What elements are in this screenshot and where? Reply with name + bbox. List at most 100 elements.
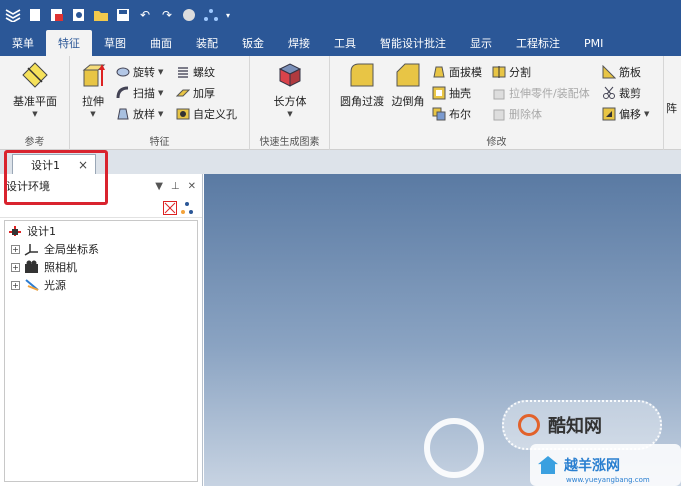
panel-controls: ▼ ⊥ ✕ — [155, 181, 196, 192]
pin-icon[interactable]: ⊥ — [171, 181, 180, 192]
extrude-icon — [82, 64, 106, 87]
redo-icon[interactable]: ↷ — [158, 6, 176, 24]
chevron-down-icon: ▼ — [644, 110, 650, 118]
box-label: 长方体 — [273, 95, 307, 108]
delete-body-label: 删除体 — [509, 108, 542, 121]
extrude-button[interactable]: 拉伸 ▼ — [76, 60, 110, 118]
chevron-down-icon: ▼ — [90, 110, 96, 118]
camera-icon — [24, 260, 40, 274]
scissors-icon — [602, 86, 616, 100]
pattern-button-partial[interactable]: 阵 — [666, 100, 677, 116]
tab-assembly[interactable]: 装配 — [184, 30, 230, 56]
tab-display[interactable]: 显示 — [458, 30, 504, 56]
split-icon — [492, 65, 506, 79]
shell-button[interactable]: 抽壳 — [432, 85, 471, 101]
box-button[interactable]: 长方体 ▼ — [264, 60, 316, 118]
revolve-button[interactable]: 旋转 ▼ — [116, 64, 163, 80]
tab-menu[interactable]: 菜单 — [0, 30, 46, 56]
tree-root-label: 设计1 — [27, 225, 56, 238]
tree-item-global-cs[interactable]: + 全局坐标系 — [11, 241, 99, 257]
ribbon-tab-bar: 菜单 特征 草图 曲面 装配 钣金 焊接 工具 智能设计批注 显示 工程标注 P… — [0, 30, 681, 56]
tab-weld[interactable]: 焊接 — [276, 30, 322, 56]
tab-surface[interactable]: 曲面 — [138, 30, 184, 56]
loft-button[interactable]: 放样 ▼ — [116, 106, 163, 122]
save-icon[interactable] — [114, 6, 132, 24]
ribbon: 基准平面 ▼ 参考 拉伸 ▼ 旋转 ▼ 扫描 ▼ 放样 ▼ 螺纹 加厚 自定义孔… — [0, 56, 681, 150]
tab-sheet-metal[interactable]: 钣金 — [230, 30, 276, 56]
tree-options-icon[interactable] — [202, 6, 220, 24]
boolean-button[interactable]: 布尔 — [432, 106, 471, 122]
tree-options-icon[interactable] — [180, 201, 194, 215]
trim-label: 裁剪 — [619, 87, 641, 100]
shell-icon — [432, 86, 446, 100]
house-icon — [538, 456, 558, 474]
tree-item-label: 光源 — [44, 279, 66, 292]
dropdown-arrow-icon[interactable]: ▼ — [155, 181, 163, 192]
tree-root[interactable]: 设计1 — [7, 223, 56, 239]
chamfer-icon — [396, 63, 420, 87]
revolve-icon — [116, 65, 130, 79]
tree-item-camera[interactable]: + 照相机 — [11, 259, 77, 275]
sweep-icon — [116, 86, 130, 100]
tab-pmi[interactable]: PMI — [572, 30, 615, 56]
app-logo-icon[interactable] — [4, 6, 22, 24]
new-file-icon[interactable] — [26, 6, 44, 24]
thread-icon — [176, 65, 190, 79]
group-quick-primitive: 长方体 ▼ 快速生成图素 — [250, 56, 330, 150]
thicken-button[interactable]: 加厚 — [175, 85, 215, 101]
chamfer-button[interactable]: 边倒角 — [388, 60, 428, 109]
design-root-icon — [7, 224, 23, 238]
draft-button[interactable]: 面拔模 — [432, 64, 482, 80]
render-sphere-icon[interactable] — [180, 6, 198, 24]
split-label: 分割 — [509, 66, 531, 79]
trim-button[interactable]: 裁剪 — [602, 85, 641, 101]
custom-hole-button[interactable]: 自定义孔 — [176, 106, 237, 122]
expand-icon[interactable]: + — [11, 280, 20, 290]
custom-hole-label: 自定义孔 — [193, 108, 237, 121]
group-label-reference: 参考 — [24, 137, 45, 148]
tab-sketch[interactable]: 草图 — [92, 30, 138, 56]
expand-icon[interactable]: + — [11, 262, 20, 272]
extrude-to-button[interactable]: 拉伸零件/装配体 — [492, 85, 590, 101]
tree-item-light[interactable]: + 光源 — [11, 277, 66, 293]
filter-icon[interactable] — [163, 200, 177, 215]
qat-dropdown-icon[interactable]: ▾ — [224, 6, 232, 24]
watermark-text: 酷知网 — [548, 416, 602, 437]
fillet-label: 圆角过渡 — [340, 95, 384, 108]
ref-plane-button[interactable]: 基准平面 ▼ — [8, 60, 62, 118]
tab-smart-annotation[interactable]: 智能设计批注 — [368, 30, 458, 56]
rib-button[interactable]: 筋板 — [602, 64, 641, 80]
open-drawing-icon[interactable] — [70, 6, 88, 24]
chamfer-label: 边倒角 — [391, 95, 425, 108]
delete-body-icon — [492, 107, 506, 121]
revolve-label: 旋转 — [133, 66, 155, 79]
loft-label: 放样 — [133, 108, 155, 121]
offset-button[interactable]: 偏移 ▼ — [602, 106, 649, 122]
close-icon[interactable]: ✕ — [188, 181, 196, 192]
split-button[interactable]: 分割 — [492, 64, 531, 80]
thread-label: 螺纹 — [193, 66, 215, 79]
expand-icon[interactable]: + — [11, 244, 20, 254]
undo-icon[interactable]: ↶ — [136, 6, 154, 24]
open-folder-icon[interactable] — [92, 6, 110, 24]
coordinate-system-icon — [24, 242, 40, 256]
chevron-down-icon: ▼ — [158, 89, 164, 97]
watermark-logo-icon — [424, 418, 484, 478]
tab-feature[interactable]: 特征 — [46, 30, 92, 56]
draft-label: 面拔模 — [449, 66, 482, 79]
boolean-label: 布尔 — [449, 108, 471, 121]
sweep-button[interactable]: 扫描 ▼ — [116, 85, 163, 101]
fillet-button[interactable]: 圆角过渡 — [336, 60, 388, 109]
sweep-label: 扫描 — [133, 87, 155, 100]
delete-body-button[interactable]: 删除体 — [492, 106, 542, 122]
design-tree: 设计1 + 全局坐标系 + 照相机 + 光源 — [4, 220, 198, 482]
thicken-icon — [175, 86, 191, 100]
ref-plane-icon — [22, 62, 48, 88]
tab-tools[interactable]: 工具 — [322, 30, 368, 56]
design-viewport[interactable]: 酷知网 越羊涨网 www.yueyangbang.com — [204, 174, 681, 486]
tab-engineering-dimension[interactable]: 工程标注 — [504, 30, 572, 56]
thread-button[interactable]: 螺纹 — [176, 64, 215, 80]
new-design-icon[interactable] — [48, 6, 66, 24]
rib-label: 筋板 — [619, 66, 641, 79]
ref-plane-label: 基准平面 — [13, 95, 57, 108]
